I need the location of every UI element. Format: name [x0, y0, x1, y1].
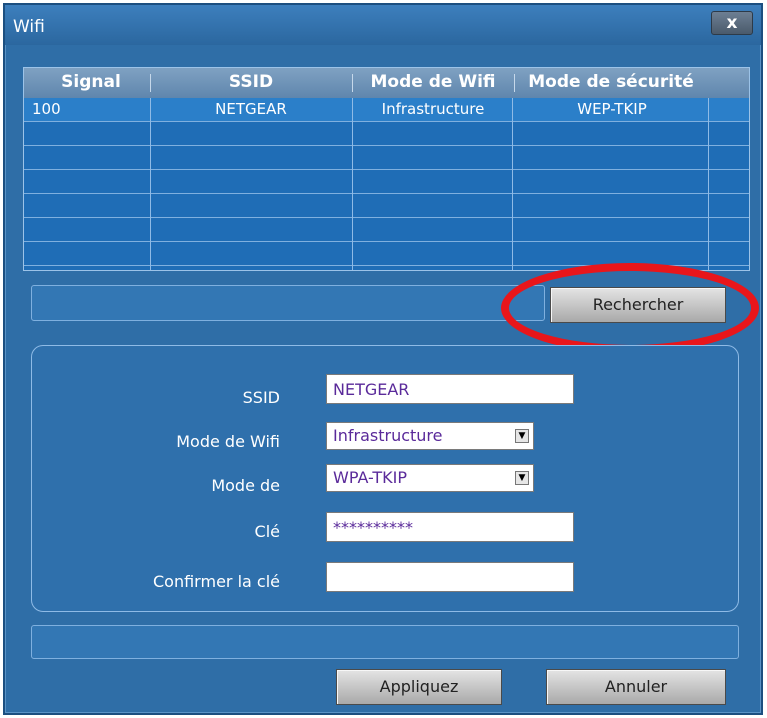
scan-progress-bar [31, 285, 545, 321]
connection-settings-panel: SSID Mode de Wifi Infrastructure ▼ Mode … [31, 345, 739, 612]
dropdown-arrow-icon: ▼ [515, 429, 529, 443]
status-bar [31, 625, 739, 659]
column-header-ssid[interactable]: SSID [152, 72, 350, 92]
table-row-empty[interactable] [24, 218, 749, 242]
column-divider [708, 98, 709, 270]
ssid-label: SSID [242, 388, 280, 407]
dropdown-arrow-icon: ▼ [515, 471, 529, 485]
header-divider [352, 74, 353, 92]
wifi-dialog: Wifi x Signal SSID Mode de Wifi Mode de … [3, 3, 763, 715]
signal-cell: 100 [32, 100, 61, 118]
key-input[interactable] [326, 512, 574, 542]
table-row-empty[interactable] [24, 170, 749, 194]
column-divider [150, 98, 151, 270]
cancel-button[interactable]: Annuler [546, 669, 726, 705]
column-divider [512, 98, 513, 270]
wifi-mode-label: Mode de Wifi [176, 432, 280, 451]
table-body: 100 NETGEAR Infrastructure WEP-TKIP [24, 98, 749, 270]
wifi-mode-cell: Infrastructure [381, 100, 485, 118]
title-bar: Wifi x [5, 5, 761, 45]
wifi-mode-value: Infrastructure [333, 426, 443, 445]
header-divider [150, 74, 151, 92]
ssid-input[interactable] [326, 374, 574, 404]
column-divider [352, 98, 353, 270]
confirm-key-label: Confirmer la clé [153, 572, 280, 591]
header-divider [514, 74, 515, 92]
wifi-mode-select[interactable]: Infrastructure ▼ [326, 422, 534, 450]
column-header-signal[interactable]: Signal [36, 72, 146, 92]
table-row[interactable]: 100 NETGEAR Infrastructure WEP-TKIP [24, 98, 749, 122]
security-mode-label: Mode de [211, 476, 280, 495]
table-row-empty[interactable] [24, 146, 749, 170]
security-mode-select[interactable]: WPA-TKIP ▼ [326, 464, 534, 492]
apply-button[interactable]: Appliquez [336, 669, 502, 705]
table-row-empty[interactable] [24, 122, 749, 146]
security-mode-value: WPA-TKIP [333, 468, 407, 487]
ssid-cell: NETGEAR [215, 100, 287, 118]
close-button[interactable]: x [711, 11, 753, 35]
column-header-wifi-mode[interactable]: Mode de Wifi [354, 72, 512, 92]
highlight-circle [501, 263, 759, 353]
table-row-empty[interactable] [24, 194, 749, 218]
column-header-security-mode[interactable]: Mode de sécurité [516, 72, 706, 92]
security-mode-cell: WEP-TKIP [577, 100, 647, 118]
key-label: Clé [254, 522, 280, 541]
table-header: Signal SSID Mode de Wifi Mode de sécurit… [24, 68, 749, 98]
confirm-key-input[interactable] [326, 562, 574, 592]
window-title: Wifi [13, 17, 45, 37]
network-table: Signal SSID Mode de Wifi Mode de sécurit… [23, 67, 750, 271]
